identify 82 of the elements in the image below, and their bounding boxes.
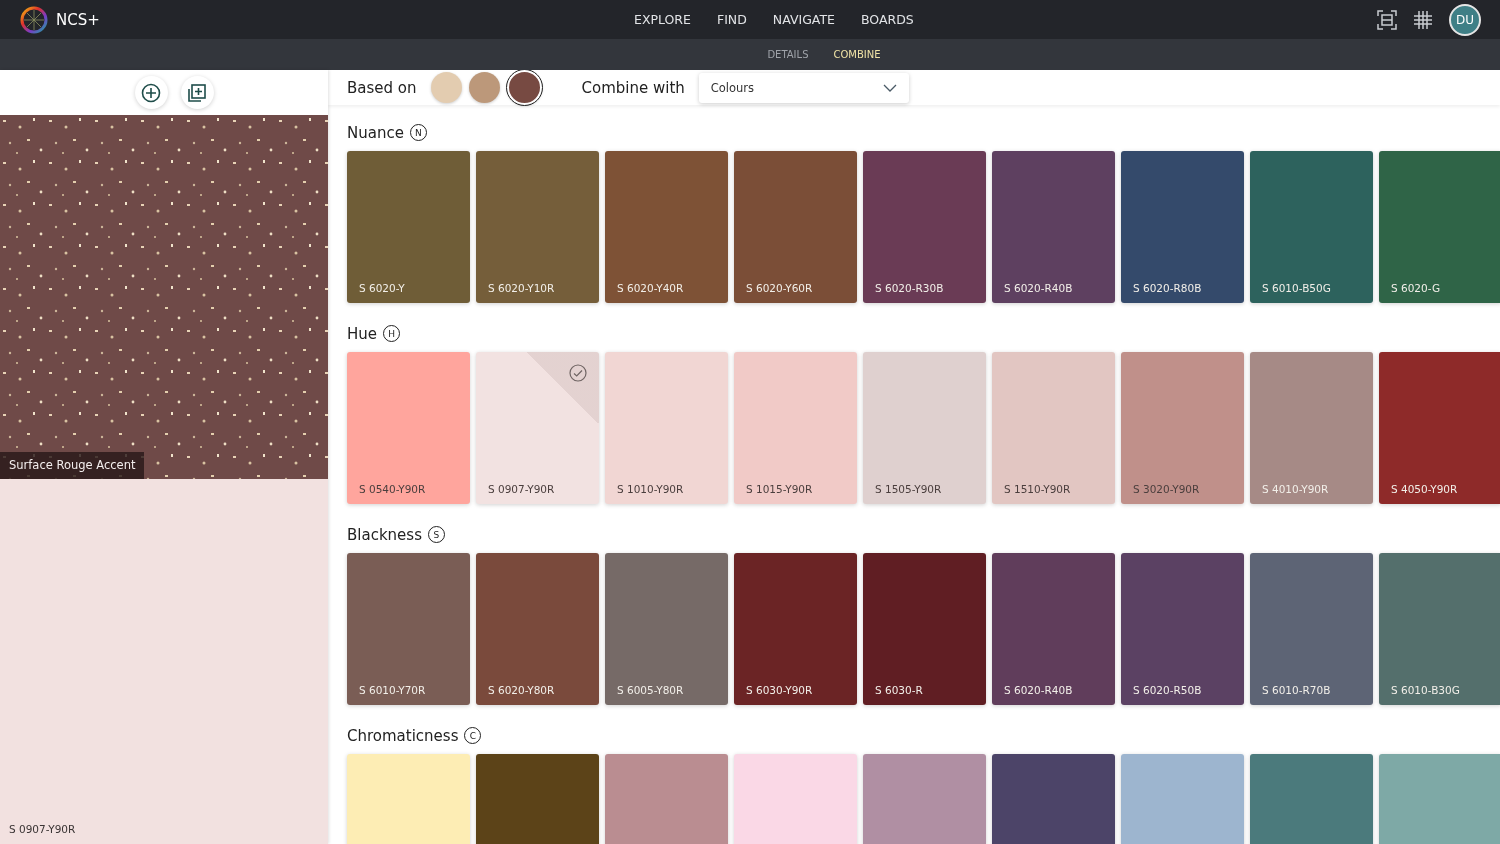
colour-code: S 6020-R80B <box>1133 282 1202 294</box>
sub-tab[interactable]: COMBINE <box>833 49 881 60</box>
colour-card[interactable]: S 6005-Y80R <box>605 553 728 705</box>
colour-swatch[interactable] <box>506 70 542 105</box>
colour-card[interactable]: S 1505-Y90R <box>863 352 986 504</box>
colour-card[interactable]: S 6020-Y40R <box>605 151 728 303</box>
colour-card[interactable]: S 0907-Y90R <box>476 352 599 504</box>
colour-card[interactable]: S 6020-Y10R <box>476 151 599 303</box>
colour-card[interactable]: S 6020-R50B <box>1121 553 1244 705</box>
colour-code: S 0540-Y90R <box>359 483 426 495</box>
colour-code: S 4050-Y90R <box>1391 483 1458 495</box>
colour-card[interactable]: S 0540-Y90R <box>347 352 470 504</box>
colour-code: S 6010-B50G <box>1262 282 1331 294</box>
colour-card[interactable]: S 6010-B50G <box>1250 151 1373 303</box>
colour-card[interactable]: S 1010-Y90R <box>605 352 728 504</box>
colour-card[interactable]: S 6020-R80B <box>1121 151 1244 303</box>
colour-card[interactable]: S 6020-R40B <box>992 553 1115 705</box>
colour-code: S 6020-G <box>1391 282 1441 294</box>
colour-code: S 0907-Y90R <box>488 483 555 495</box>
colour-card[interactable]: S 6020-Y <box>347 151 470 303</box>
based-on-label: Based on <box>347 78 417 97</box>
colour-code: S 6010-Y70R <box>359 684 426 696</box>
colour-code: S 1015-Y90R <box>746 483 813 495</box>
colour-code: S 6010-B30G <box>1391 684 1460 696</box>
colour-card[interactable]: S 1510-Y90R <box>992 352 1115 504</box>
colour-card[interactable]: S 6020-R30B <box>863 151 986 303</box>
app-name: NCS+ <box>56 10 100 29</box>
colour-card[interactable]: S 6010-B30G <box>1379 553 1500 705</box>
colour-code: S 6020-Y <box>359 282 405 294</box>
colour-code: S 6020-R30B <box>875 282 944 294</box>
colour-card[interactable]: S 6030-Y90R <box>734 553 857 705</box>
colour-code: S 0907-Y90R <box>9 823 76 835</box>
nav-link[interactable]: NAVIGATE <box>772 12 835 27</box>
scan-icon[interactable] <box>1377 9 1397 30</box>
section-title: Hue <box>347 324 377 343</box>
nav-link[interactable]: FIND <box>716 12 747 27</box>
combine-with-dropdown[interactable]: Colours <box>698 72 909 103</box>
colour-card[interactable]: S 6010-R70B <box>1250 553 1373 705</box>
plus-circle-icon <box>141 82 161 103</box>
user-avatar[interactable]: DU <box>1449 3 1481 36</box>
section-title: Blackness <box>347 525 422 544</box>
colour-code: S 1510-Y90R <box>1004 483 1071 495</box>
sub-tab[interactable]: DETAILS <box>767 49 809 60</box>
material-label: Surface Rouge Accent <box>0 452 145 479</box>
colour-card[interactable]: S 6020-Y60R <box>734 151 857 303</box>
colour-card[interactable]: S 6010-Y70R <box>347 553 470 705</box>
colour-code: S 6030-R <box>875 684 923 696</box>
logo-icon <box>19 4 49 35</box>
colour-card[interactable]: S 6020-R40B <box>992 151 1115 303</box>
add-layers-icon <box>187 82 207 103</box>
section-title: Nuance <box>347 123 404 142</box>
grid-icon[interactable] <box>1414 10 1432 29</box>
colour-code: S 1010-Y90R <box>617 483 684 495</box>
colour-code: S 6010-R70B <box>1262 684 1331 696</box>
colour-code: S 6020-Y40R <box>617 282 684 294</box>
colour-card[interactable]: S 4050-Y90R <box>1379 352 1500 504</box>
section-title: Chromaticness <box>347 726 459 745</box>
colour-swatch[interactable] <box>468 72 500 103</box>
colour-code: S 6020-Y10R <box>488 282 555 294</box>
colour-code: S 6020-Y60R <box>746 282 813 294</box>
colour-card[interactable]: S 6020-G <box>1379 151 1500 303</box>
colour-card[interactable]: S 6030-R <box>863 553 986 705</box>
colour-code: S 6020-R40B <box>1004 684 1073 696</box>
colour-card[interactable]: S 6020-Y80R <box>476 553 599 705</box>
colour-card[interactable]: S 1015-Y90R <box>734 352 857 504</box>
colour-code: S 6020-R40B <box>1004 282 1073 294</box>
colour-code: S 6030-Y90R <box>746 684 813 696</box>
colour-code: S 3020-Y90R <box>1133 483 1200 495</box>
add-button[interactable] <box>134 76 168 109</box>
combine-with-label: Combine with <box>581 78 685 97</box>
colour-code: S 1505-Y90R <box>875 483 942 495</box>
colour-card[interactable]: S 3020-Y90R <box>1121 352 1244 504</box>
chevron-down-icon <box>882 83 897 92</box>
add-to-board-button[interactable] <box>180 76 214 109</box>
colour-code: S 6020-R50B <box>1133 684 1202 696</box>
colour-code: S 6005-Y80R <box>617 684 684 696</box>
colour-swatch[interactable] <box>430 72 462 103</box>
nav-link[interactable]: BOARDS <box>860 12 914 27</box>
check-icon <box>569 364 587 382</box>
colour-code: S 4010-Y90R <box>1262 483 1329 495</box>
colour-code: S 6020-Y80R <box>488 684 555 696</box>
nav-link[interactable]: EXPLORE <box>634 12 691 27</box>
